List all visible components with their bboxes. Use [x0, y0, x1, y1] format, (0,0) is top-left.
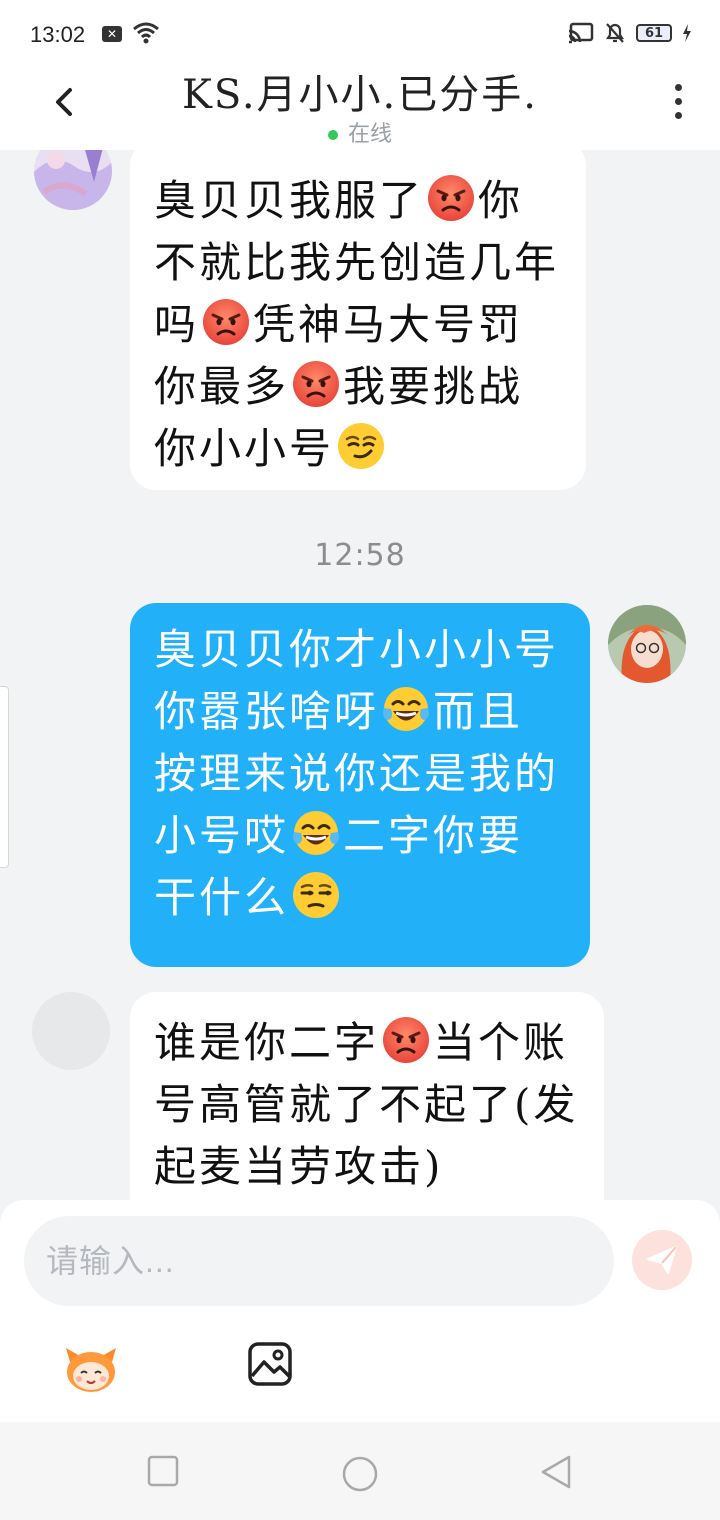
chat-header: KS.月小小.已分手. 在线: [0, 72, 720, 150]
wifi-icon: [133, 22, 159, 44]
message-text: 臭贝贝我服了: [154, 176, 425, 225]
angry-face-emoji-icon: [291, 359, 341, 409]
message-bubble-incoming[interactable]: 臭贝贝我服了 你不就比我先创造几年吗 凭神马大号罚你最多 我要挑战你小小号: [130, 150, 586, 490]
home-icon[interactable]: [340, 1454, 380, 1494]
contact-avatar[interactable]: [34, 150, 112, 210]
self-avatar[interactable]: [608, 605, 686, 683]
online-status: 在线: [0, 116, 720, 148]
sticker-button[interactable]: [62, 1340, 118, 1396]
chat-title[interactable]: KS.月小小.已分手.: [140, 62, 580, 120]
message-input[interactable]: [24, 1216, 614, 1306]
send-icon: [647, 1246, 677, 1274]
system-nav-bar: [0, 1422, 720, 1520]
battery-icon: 61: [636, 24, 672, 42]
unamused-face-emoji-icon: [291, 870, 341, 920]
sticker-character-icon: [66, 1348, 116, 1392]
angry-face-emoji-icon: [426, 173, 476, 223]
bell-muted-icon: [605, 23, 625, 43]
recents-icon[interactable]: [146, 1454, 180, 1488]
angry-face-emoji-icon: [201, 297, 251, 347]
charging-icon: [683, 24, 691, 42]
angry-face-emoji-icon: [381, 1015, 431, 1065]
edge-panel-handle[interactable]: [0, 686, 9, 868]
message-text: 谁是你二字: [154, 1018, 380, 1067]
message-composer: [0, 1200, 720, 1422]
more-options-icon[interactable]: [672, 84, 684, 124]
tears-of-joy-face-emoji-icon: [291, 808, 341, 858]
online-dot: [327, 130, 338, 140]
send-button[interactable]: [632, 1230, 692, 1290]
image-icon: [248, 1342, 292, 1386]
cast-icon: [568, 22, 594, 44]
notification-icon: ✕: [102, 26, 122, 42]
message-list[interactable]: 臭贝贝我服了 你不就比我先创造几年吗 凭神马大号罚你最多 我要挑战你小小号 12:58…: [0, 150, 720, 1200]
back-nav-icon[interactable]: [538, 1454, 574, 1490]
contact-avatar-placeholder[interactable]: [32, 992, 110, 1070]
message-bubble-incoming[interactable]: 谁是你二字 当个账号高管就了不起了(发起麦当劳攻击): [130, 992, 604, 1200]
image-picker-button[interactable]: [246, 1340, 302, 1396]
online-status-label: 在线: [347, 122, 392, 147]
status-right-icons: 61: [568, 22, 692, 44]
tears-of-joy-face-emoji-icon: [381, 684, 431, 734]
message-timestamp: 12:58: [314, 538, 406, 573]
message-bubble-outgoing[interactable]: 臭贝贝你才小小小号你嚣张啥呀 而且按理来说你还是我的小号哎 二字你要干什么: [130, 603, 590, 967]
smirk-face-emoji-icon: [336, 421, 386, 471]
status-time: 13:02: [30, 22, 86, 47]
